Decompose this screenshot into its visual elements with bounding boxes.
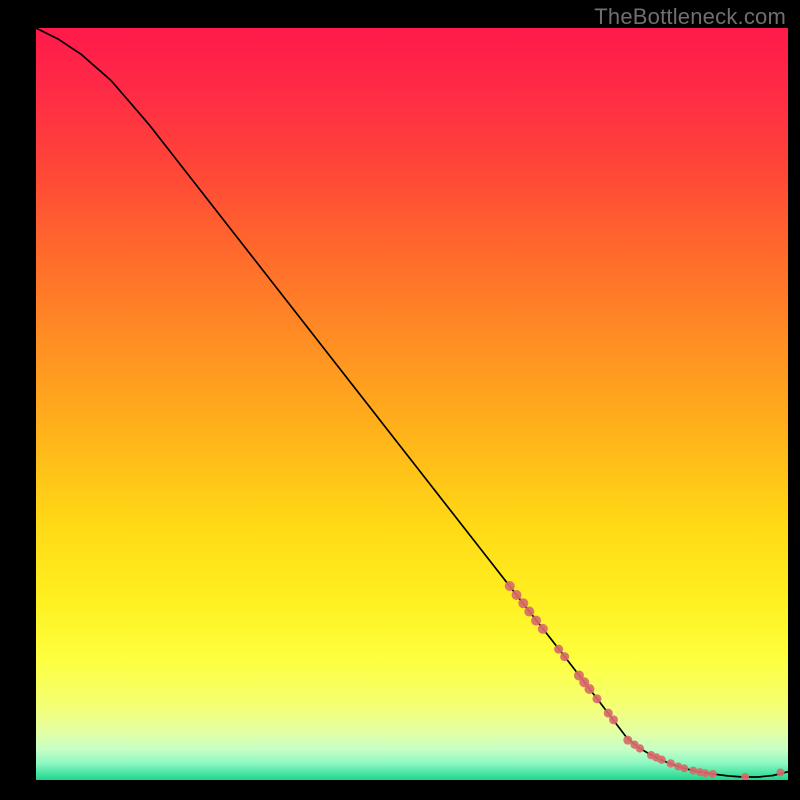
data-point — [636, 744, 644, 752]
data-point — [609, 715, 618, 724]
data-point — [524, 607, 534, 617]
data-point — [701, 769, 709, 777]
data-point — [505, 581, 515, 591]
data-point — [518, 598, 528, 608]
data-point — [560, 652, 569, 661]
watermark-text: TheBottleneck.com — [594, 4, 786, 30]
chart-frame: TheBottleneck.com — [0, 0, 800, 800]
data-point — [689, 767, 697, 775]
data-point — [531, 616, 541, 626]
data-point — [512, 590, 522, 600]
plot-area — [36, 28, 788, 780]
data-point — [592, 694, 601, 703]
data-point — [657, 756, 665, 764]
chart-svg — [36, 28, 788, 780]
data-point — [776, 768, 784, 776]
data-point — [709, 770, 717, 778]
data-point — [554, 645, 563, 654]
gradient-background — [36, 28, 788, 780]
data-point — [538, 624, 548, 634]
data-point — [584, 684, 594, 694]
data-point — [666, 759, 674, 767]
data-point — [680, 764, 688, 772]
